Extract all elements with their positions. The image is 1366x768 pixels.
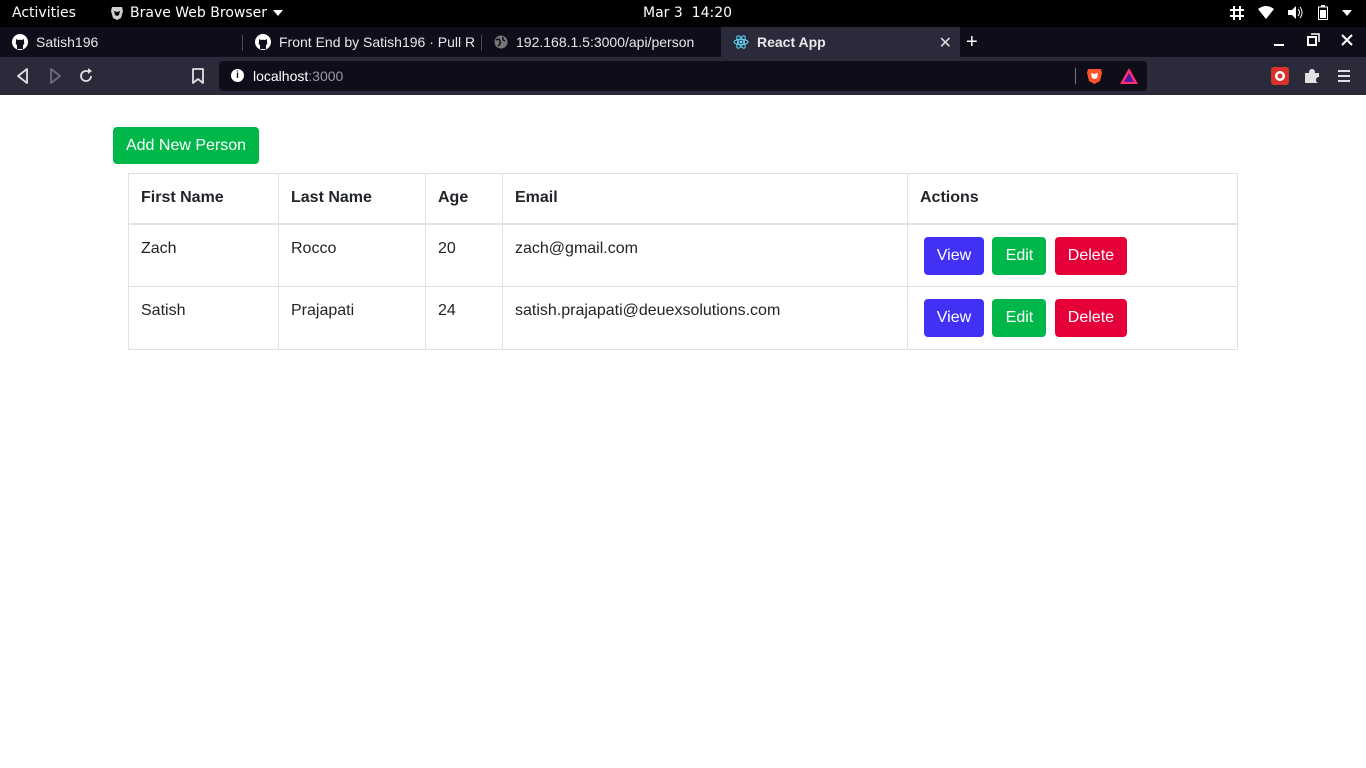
cell-email: satish.prajapati@deuexsolutions.com bbox=[502, 286, 908, 350]
brave-rewards-icon[interactable] bbox=[1120, 68, 1138, 84]
chevron-down-icon bbox=[273, 10, 283, 16]
activities-button[interactable]: Activities bbox=[12, 5, 76, 21]
column-header-first-name: First Name bbox=[128, 173, 279, 225]
minimize-icon[interactable] bbox=[1272, 33, 1286, 47]
clock[interactable]: Mar 3 14:20 bbox=[643, 5, 732, 21]
volume-icon bbox=[1288, 6, 1303, 19]
github-icon bbox=[255, 34, 271, 50]
url-text: localhost:3000 bbox=[253, 68, 343, 84]
reload-icon[interactable] bbox=[77, 67, 95, 85]
close-tab-icon[interactable]: ✕ bbox=[939, 33, 952, 53]
tab-title: React App bbox=[757, 34, 826, 50]
delete-button[interactable]: Delete bbox=[1054, 236, 1127, 275]
battery-icon bbox=[1318, 5, 1328, 20]
column-header-actions: Actions bbox=[907, 173, 1238, 225]
globe-icon bbox=[494, 35, 508, 49]
browser-toolbar: i localhost:3000 bbox=[0, 57, 1366, 95]
tab-satish196[interactable]: Satish196 bbox=[0, 27, 243, 57]
view-button[interactable]: View bbox=[924, 236, 984, 275]
close-window-icon[interactable] bbox=[1340, 33, 1354, 47]
cell-last-name: Prajapati bbox=[278, 286, 426, 350]
column-header-last-name: Last Name bbox=[278, 173, 426, 225]
slack-icon bbox=[1230, 5, 1244, 20]
bookmark-icon[interactable] bbox=[189, 67, 207, 85]
power-menu-chevron-icon bbox=[1342, 9, 1352, 16]
cell-last-name: Rocco bbox=[278, 223, 426, 287]
address-bar[interactable]: i localhost:3000 bbox=[219, 61, 1147, 91]
column-header-email: Email bbox=[502, 173, 908, 225]
github-icon bbox=[12, 34, 28, 50]
extension-red-icon[interactable] bbox=[1270, 66, 1290, 86]
extensions-puzzle-icon[interactable] bbox=[1302, 66, 1322, 86]
edit-button[interactable]: Edit bbox=[992, 236, 1047, 275]
maximize-icon[interactable] bbox=[1306, 33, 1320, 47]
wifi-icon bbox=[1258, 6, 1274, 19]
brave-lion-icon bbox=[111, 6, 123, 20]
url-host: localhost bbox=[253, 68, 309, 84]
table-header-row: First Name Last Name Age Email Actions bbox=[128, 173, 1238, 225]
cell-age: 20 bbox=[425, 223, 503, 287]
react-icon bbox=[733, 35, 749, 49]
table-row: Satish Prajapati 24 satish.prajapati@deu… bbox=[128, 286, 1238, 350]
tab-api-person[interactable]: 192.168.1.5:3000/api/person bbox=[482, 27, 721, 57]
cell-actions: View Edit Delete bbox=[907, 223, 1238, 287]
column-header-age: Age bbox=[425, 173, 503, 225]
tab-title: Front End by Satish196 · Pull R bbox=[279, 34, 476, 50]
edit-button[interactable]: Edit bbox=[992, 299, 1047, 337]
menu-hamburger-icon[interactable] bbox=[1334, 66, 1354, 86]
cell-actions: View Edit Delete bbox=[907, 286, 1238, 350]
add-new-person-button[interactable]: Add New Person bbox=[113, 127, 259, 164]
site-info-icon[interactable]: i bbox=[231, 69, 244, 82]
app-menu-label: Brave Web Browser bbox=[130, 5, 267, 21]
system-tray[interactable] bbox=[1230, 5, 1352, 20]
url-port: :3000 bbox=[308, 68, 344, 84]
app-menu[interactable]: Brave Web Browser bbox=[110, 5, 283, 21]
cell-first-name: Zach bbox=[128, 223, 279, 287]
tab-front-end-pull-request[interactable]: Front End by Satish196 · Pull R bbox=[243, 27, 482, 57]
persons-table: First Name Last Name Age Email Actions Z… bbox=[128, 173, 1238, 350]
window-controls bbox=[1272, 33, 1354, 47]
table-row: Zach Rocco 20 zach@gmail.com View Edit D… bbox=[128, 223, 1238, 287]
tab-react-app[interactable]: React App ✕ bbox=[721, 27, 960, 57]
tab-title: Satish196 bbox=[36, 34, 99, 50]
cell-age: 24 bbox=[425, 286, 503, 350]
brave-shields-icon[interactable] bbox=[1086, 67, 1103, 85]
forward-icon[interactable] bbox=[46, 67, 64, 85]
back-icon[interactable] bbox=[14, 67, 32, 85]
delete-button[interactable]: Delete bbox=[1054, 299, 1127, 337]
view-button[interactable]: View bbox=[924, 299, 984, 337]
new-tab-plus-icon[interactable]: + bbox=[966, 31, 978, 54]
tab-strip: Satish196 Front End by Satish196 · Pull … bbox=[0, 27, 1366, 57]
cell-email: zach@gmail.com bbox=[502, 223, 908, 287]
cell-first-name: Satish bbox=[128, 286, 279, 350]
system-top-bar: Activities Brave Web Browser Mar 3 14:20 bbox=[0, 0, 1366, 27]
tab-title: 192.168.1.5:3000/api/person bbox=[516, 34, 695, 50]
